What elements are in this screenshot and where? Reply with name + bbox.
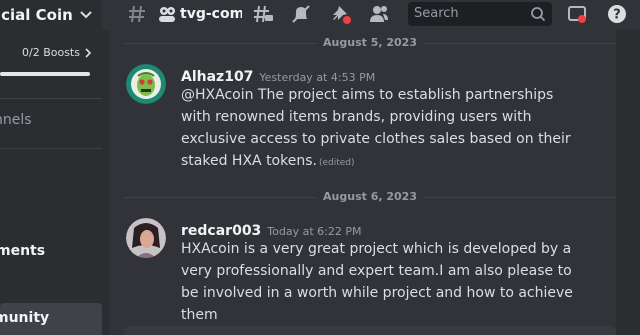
author-name[interactable]: Alhaz107 (181, 69, 253, 85)
message-text: @HXAcoin The project aims to establish p… (181, 87, 571, 169)
channel-sidebar: icial Coin 0/2 Boosts nnels ments munity (0, 0, 102, 335)
sidebar-divider (0, 98, 102, 99)
sidebar-item-label: munity (0, 310, 50, 326)
avatar[interactable] (126, 218, 166, 258)
sidebar-item-comments[interactable]: ments (0, 243, 45, 259)
boost-progress-bar (0, 72, 90, 76)
channel-header: tvg-comm Search ? (102, 0, 640, 30)
threads-icon[interactable] (252, 3, 274, 25)
members-icon[interactable] (368, 3, 390, 25)
message-content: HXAcoin is a very great project which is… (181, 238, 586, 326)
pin-icon[interactable] (330, 3, 352, 25)
timestamp: Today at 6:22 PM (267, 225, 362, 238)
message-content: @HXAcoin The project aims to establish p… (181, 84, 586, 174)
community-icon (159, 7, 175, 22)
chevron-right-icon (85, 48, 92, 58)
chat-edge (102, 30, 110, 335)
date-divider: August 6, 2023 (124, 190, 616, 204)
chevron-down-icon (80, 11, 92, 19)
hashtag-icon (129, 5, 145, 23)
channel-name: tvg-comm (180, 6, 242, 22)
sidebar-item-community[interactable]: munity (0, 303, 102, 335)
edited-label: (edited) (318, 158, 355, 168)
svg-text:?: ? (613, 8, 621, 23)
channels-category[interactable]: nnels (0, 112, 32, 128)
mute-bell-icon[interactable] (290, 3, 312, 25)
help-icon[interactable]: ? (606, 3, 628, 25)
author-name[interactable]: redcar003 (181, 223, 261, 239)
user-photo-avatar-icon (126, 218, 166, 258)
date-label: August 5, 2023 (317, 36, 423, 49)
search-placeholder: Search (414, 6, 459, 21)
message-header: Alhaz107 Yesterday at 4:53 PM (181, 66, 375, 85)
message-text: HXAcoin is a very great project which is… (181, 241, 573, 323)
boost-count[interactable]: 0/2 Boosts (22, 46, 80, 59)
server-header[interactable]: icial Coin (0, 0, 102, 30)
zombie-avatar-icon (126, 64, 166, 104)
message-header: redcar003 Today at 6:22 PM (181, 220, 361, 239)
date-label: August 6, 2023 (317, 190, 423, 203)
inbox-icon[interactable] (566, 3, 588, 25)
sidebar-divider (0, 148, 102, 149)
scrollbar-track[interactable] (616, 30, 640, 335)
server-name: icial Coin (0, 6, 73, 24)
search-icon (531, 7, 546, 22)
search-input[interactable]: Search (408, 2, 552, 26)
message-input[interactable] (124, 326, 616, 335)
avatar[interactable] (126, 64, 166, 104)
timestamp: Yesterday at 4:53 PM (259, 71, 376, 84)
date-divider: August 5, 2023 (124, 36, 616, 50)
